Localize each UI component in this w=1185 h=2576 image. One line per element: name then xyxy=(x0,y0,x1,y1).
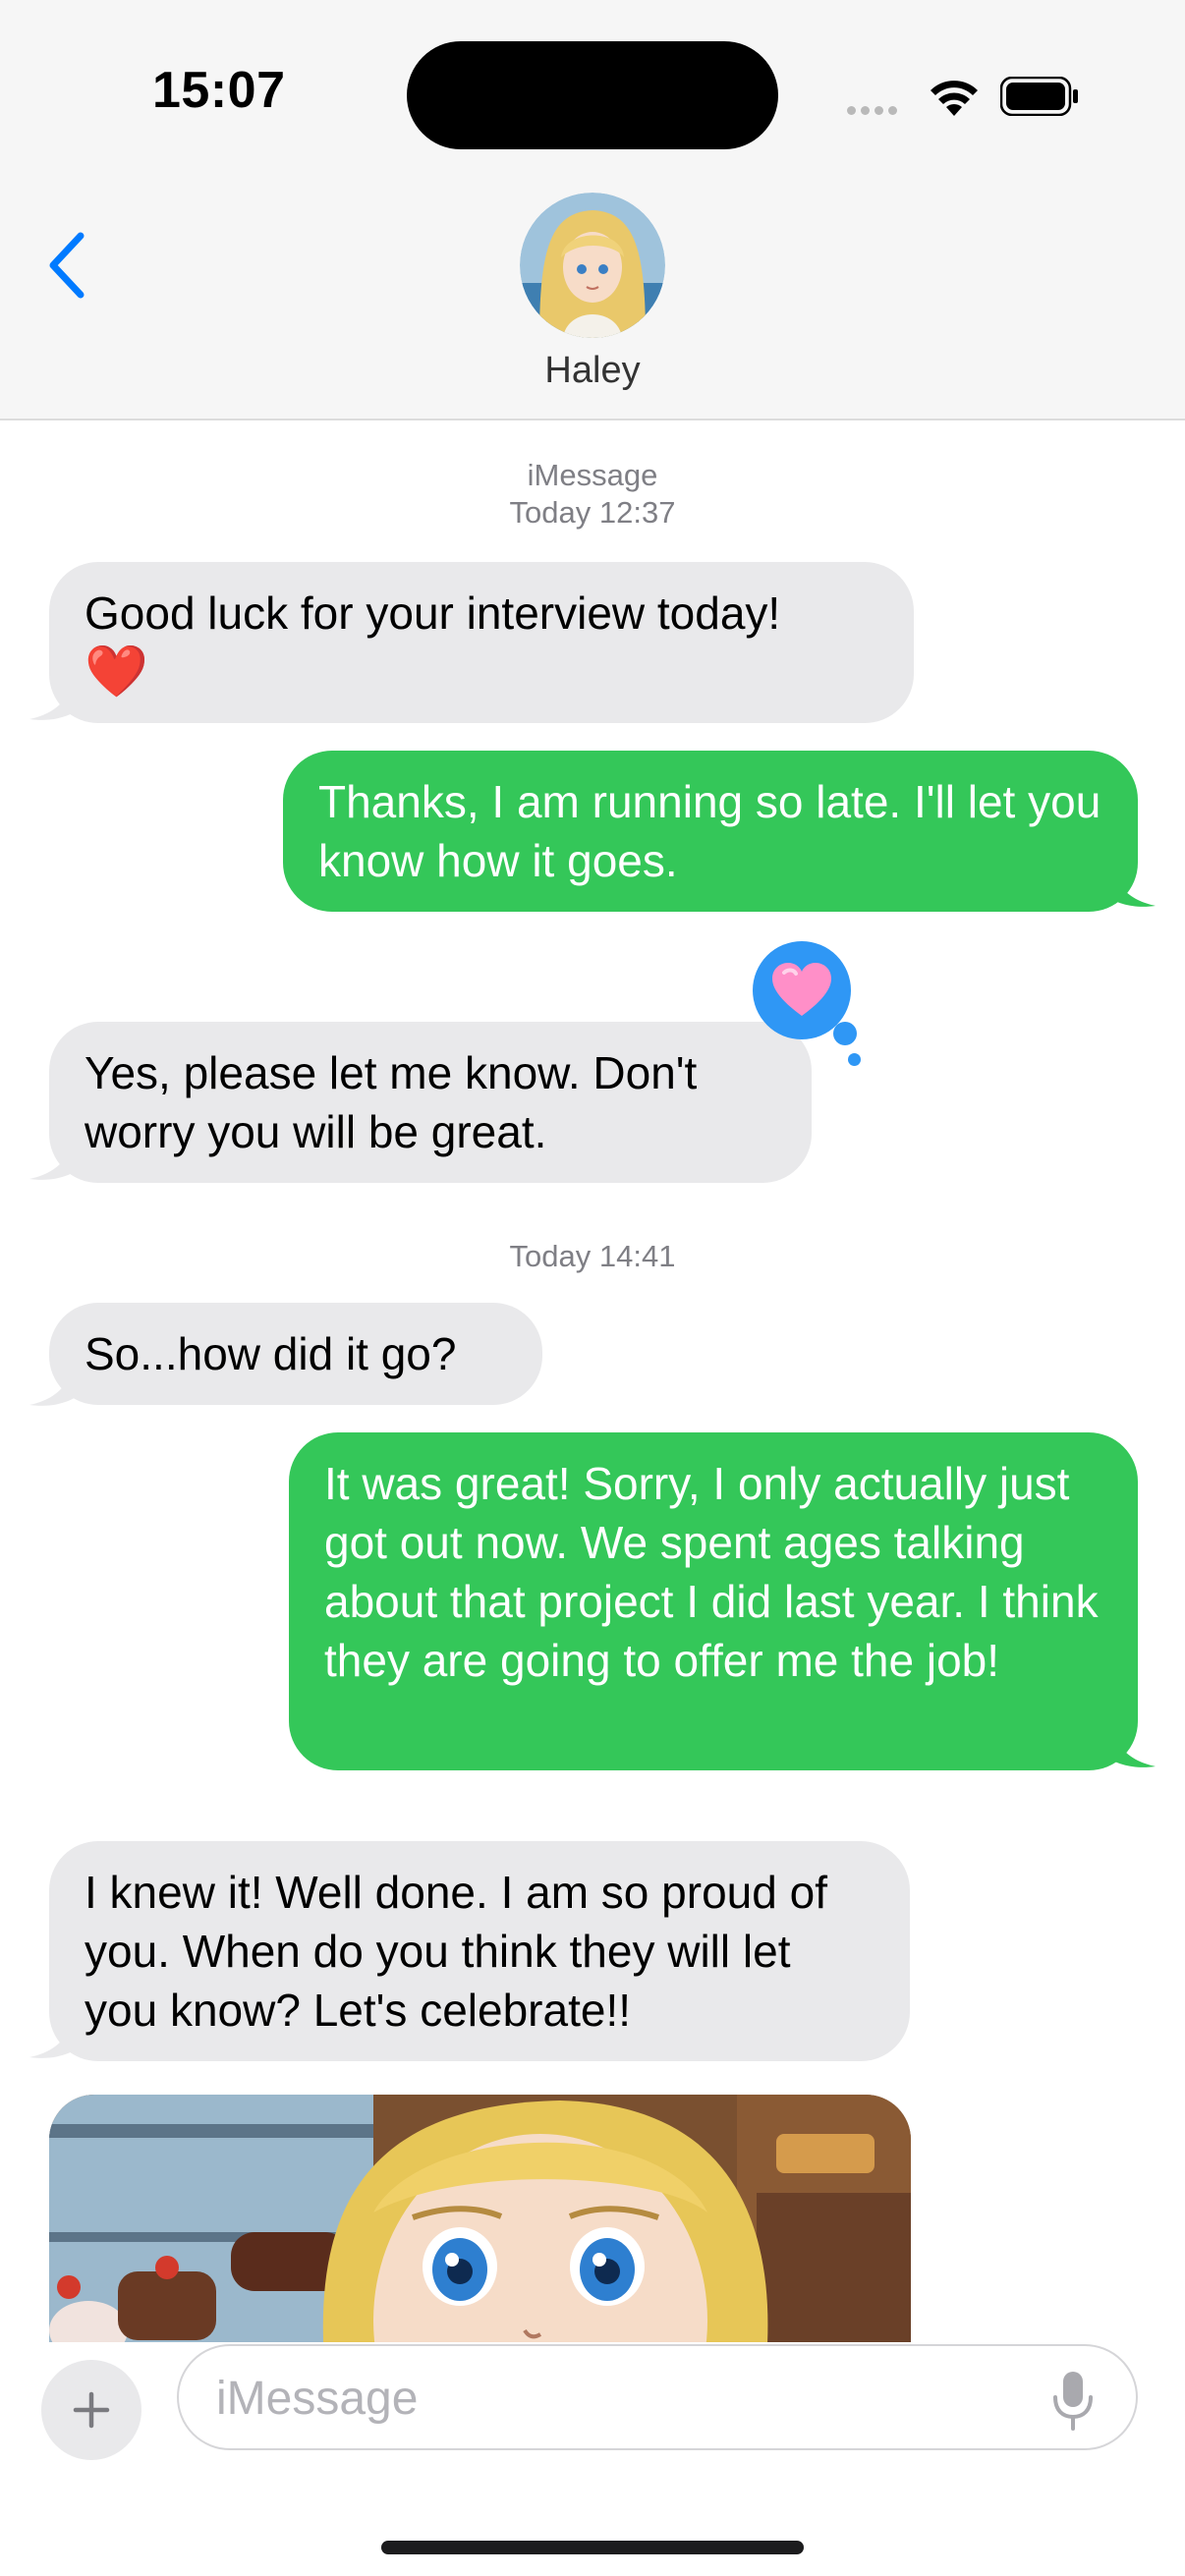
incoming-message[interactable]: I knew it! Well done. I am so proud of y… xyxy=(49,1841,910,2061)
message-text: Good luck for your interview today! xyxy=(85,588,781,639)
incoming-message[interactable]: So...how did it go? xyxy=(49,1303,542,1405)
red-heart-emoji: ❤️ xyxy=(85,644,148,700)
conversation-header: Haley xyxy=(0,187,1185,420)
message-input[interactable]: iMessage xyxy=(177,2344,1138,2450)
tapback-tail-dot xyxy=(848,1053,861,1066)
image-message[interactable] xyxy=(49,2095,911,2360)
outgoing-message[interactable]: It was great! Sorry, I only actually jus… xyxy=(289,1432,1138,1770)
message-text: So...how did it go? xyxy=(85,1328,457,1379)
input-placeholder: iMessage xyxy=(216,2373,419,2425)
tapback-reaction[interactable] xyxy=(753,941,851,1039)
battery-icon xyxy=(1000,77,1078,116)
incoming-message[interactable]: Good luck for your interview today! ❤️ xyxy=(49,562,914,723)
wifi-icon xyxy=(931,81,978,116)
incoming-message[interactable]: Yes, please let me know. Don't worry you… xyxy=(49,1022,812,1183)
home-indicator[interactable] xyxy=(381,2541,804,2554)
contact-name[interactable]: Haley xyxy=(0,350,1185,392)
timestamp: Today 14:41 xyxy=(509,1239,676,1273)
microphone-icon[interactable] xyxy=(1051,2370,1095,2431)
message-text: Thanks, I am running so late. I'll let y… xyxy=(318,776,1101,886)
back-chevron-icon[interactable] xyxy=(43,226,92,305)
message-text: Yes, please let me know. Don't worry you… xyxy=(85,1047,698,1157)
message-text: I knew it! Well done. I am so proud of y… xyxy=(85,1867,827,2036)
service-label: iMessage xyxy=(527,458,658,492)
pink-heart-icon xyxy=(772,963,831,1016)
add-attachment-button[interactable] xyxy=(41,2360,141,2460)
outgoing-message[interactable]: Thanks, I am running so late. I'll let y… xyxy=(283,751,1138,912)
plus-icon xyxy=(73,2391,110,2429)
status-bar: 15:07 xyxy=(0,0,1185,187)
message-text: It was great! Sorry, I only actually jus… xyxy=(324,1458,1099,1686)
timestamp: Today 12:37 xyxy=(509,495,676,530)
dynamic-island xyxy=(407,41,778,149)
cellular-signal-icon xyxy=(847,102,902,120)
contact-avatar[interactable] xyxy=(520,193,665,338)
tapback-tail xyxy=(833,1022,857,1045)
status-time: 15:07 xyxy=(152,62,286,119)
